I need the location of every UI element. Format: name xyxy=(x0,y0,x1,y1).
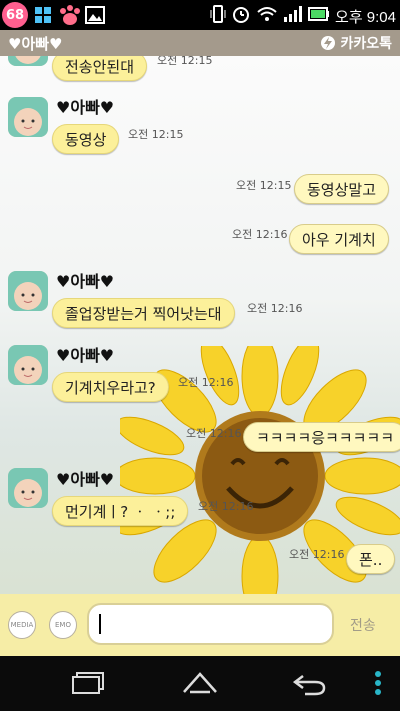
signal-icon xyxy=(283,5,303,27)
chat-area[interactable]: 전송안된대 오전 12:15 ♥아빠♥ 동영상 오전 12:15 오전 12:1… xyxy=(0,56,400,594)
lightning-icon xyxy=(321,36,336,50)
status-bar: 68 오후 9:04 xyxy=(0,0,400,30)
home-icon[interactable] xyxy=(180,668,220,698)
wifi-icon xyxy=(256,5,278,27)
message-bubble[interactable]: 기계치우라고? xyxy=(52,372,169,402)
notification-badge-icon: 68 xyxy=(2,2,28,28)
paw-icon xyxy=(58,4,80,26)
message-text: 전송안된대 xyxy=(65,57,135,76)
message-text: 먼기계ㅣ? ㆍ ㆍ;; xyxy=(65,502,176,521)
message-time: 오전 12:16 xyxy=(186,427,242,440)
message-text: 졸업장받는거 찍어낫는대 xyxy=(65,304,222,323)
menu-icon[interactable] xyxy=(358,668,398,698)
vibrate-icon xyxy=(210,4,226,28)
sender-avatar[interactable] xyxy=(8,468,48,508)
message-text: 폰.. xyxy=(359,550,383,569)
message-text: 기계치우라고? xyxy=(65,378,156,397)
message-bubble[interactable]: 먼기계ㅣ? ㆍ ㆍ;; xyxy=(52,496,189,526)
message-time: 오전 12:16 xyxy=(289,548,345,561)
back-icon[interactable] xyxy=(290,668,330,698)
navigation-bar xyxy=(0,656,400,711)
message-bubble[interactable]: 졸업장받는거 찍어낫는대 xyxy=(52,298,235,328)
message-text: 동영상 xyxy=(65,130,107,149)
media-label: MEDIA xyxy=(10,621,34,629)
image-icon xyxy=(84,4,106,26)
app-name: 카카오톡 xyxy=(340,36,392,52)
sender-name: ♥아빠♥ xyxy=(56,98,115,117)
app-brand: 카카오톡 xyxy=(320,33,392,53)
text-cursor xyxy=(99,614,101,634)
clock: 오후 9:04 xyxy=(335,8,396,26)
message-bubble[interactable]: ㅋㅋㅋㅋ응ㅋㅋㅋㅋㅋ xyxy=(243,422,400,452)
message-time: 오전 12:16 xyxy=(198,500,254,513)
sender-name: ♥아빠♥ xyxy=(56,272,115,291)
sender-avatar[interactable] xyxy=(8,271,48,311)
message-bubble[interactable]: 동영상 xyxy=(52,124,120,154)
message-time: 오전 12:15 xyxy=(157,56,213,67)
message-bubble[interactable]: 동영상말고 xyxy=(294,174,390,204)
message-bubble[interactable]: 전송안된대 xyxy=(52,56,148,81)
send-button[interactable]: 전송 xyxy=(350,615,376,635)
sender-name: ♥아빠♥ xyxy=(56,470,115,489)
media-button[interactable]: MEDIA xyxy=(8,611,36,639)
message-time: 오전 12:16 xyxy=(247,302,303,315)
chat-header: ♥아빠♥ 카카오톡 xyxy=(0,30,400,56)
message-time: 오전 12:15 xyxy=(236,179,292,192)
sender-avatar[interactable] xyxy=(8,56,48,66)
sender-avatar[interactable] xyxy=(8,97,48,137)
message-text: 동영상말고 xyxy=(307,180,377,199)
alarm-icon xyxy=(231,4,251,28)
message-bubble[interactable]: 아우 기계치 xyxy=(289,224,389,254)
message-text: ㅋㅋㅋㅋ응ㅋㅋㅋㅋㅋ xyxy=(256,428,395,447)
emo-label: EMO xyxy=(55,621,71,629)
sender-name: ♥아빠♥ xyxy=(56,346,115,365)
recent-apps-icon[interactable] xyxy=(68,668,108,698)
notification-count: 68 xyxy=(5,7,25,23)
battery-icon xyxy=(308,5,330,27)
message-text: 아우 기계치 xyxy=(302,230,376,249)
message-time: 오전 12:16 xyxy=(232,228,288,241)
chat-title: ♥아빠♥ xyxy=(8,35,63,53)
message-bubble[interactable]: 폰.. xyxy=(346,544,396,574)
emoticon-button[interactable]: EMO xyxy=(49,611,77,639)
message-input-bar: MEDIA EMO 전송 xyxy=(0,594,400,656)
message-input[interactable] xyxy=(87,603,334,645)
sender-avatar[interactable] xyxy=(8,345,48,385)
message-time: 오전 12:16 xyxy=(178,376,234,389)
message-time: 오전 12:15 xyxy=(128,128,184,141)
grid-icon xyxy=(32,4,54,26)
